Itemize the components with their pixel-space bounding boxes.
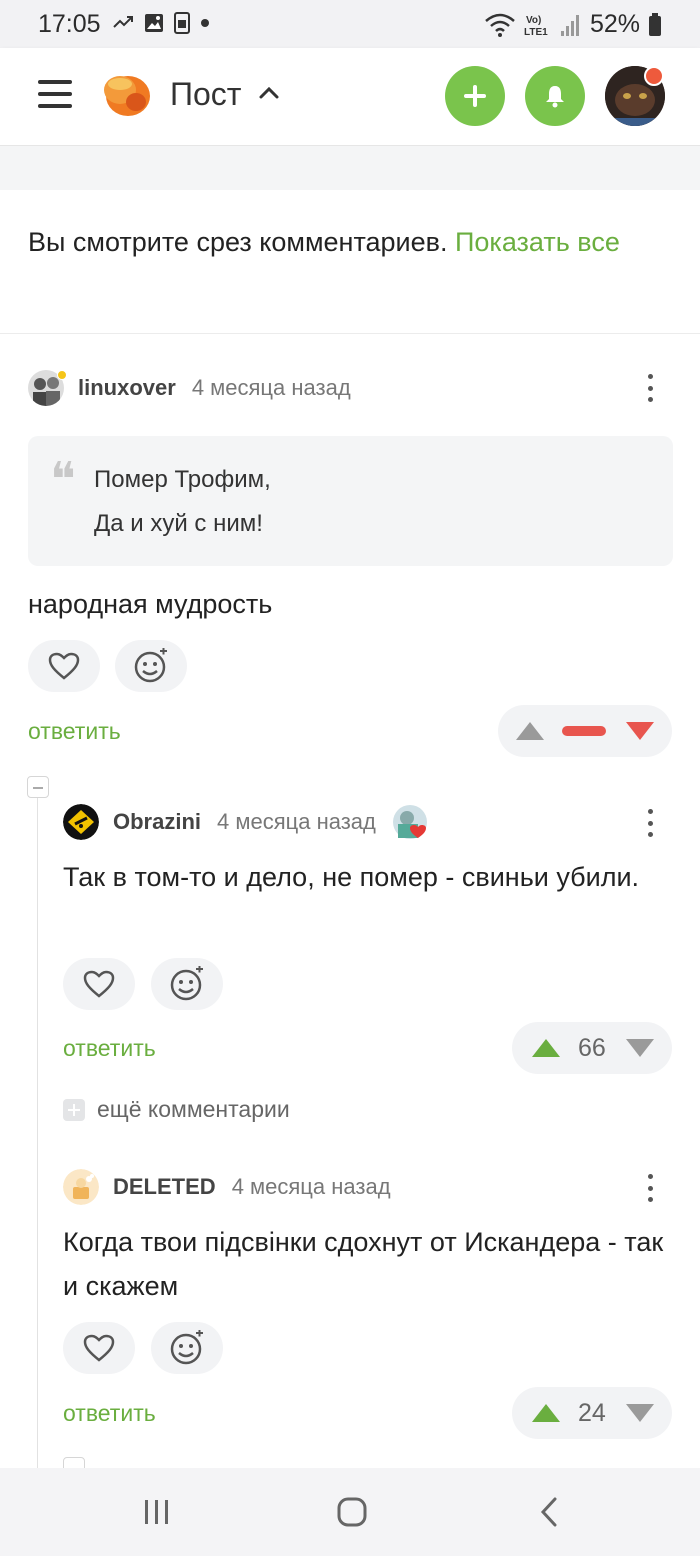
emoji-add-icon: [134, 648, 167, 683]
negative-rating-bar: [562, 726, 606, 736]
downvote-arrow-icon[interactable]: [624, 1037, 656, 1059]
avatar-image-icon: [63, 804, 99, 840]
add-reaction-button[interactable]: [151, 1322, 223, 1374]
comments-slice-notice: Вы смотрите срез комментариев. Показать …: [28, 220, 668, 264]
heart-icon: [83, 1334, 115, 1362]
emoji-add-icon: [170, 1330, 203, 1365]
volte-icon: Vo)LTE1: [524, 15, 548, 38]
add-post-button[interactable]: [445, 66, 505, 126]
comment-author[interactable]: linuxover: [78, 375, 176, 401]
notifications-button[interactable]: [525, 66, 585, 126]
quote-line: Помер Трофим,: [94, 466, 271, 493]
show-all-link[interactable]: Показать все: [455, 227, 620, 257]
status-time: 17:05: [38, 10, 101, 38]
divider: [0, 333, 700, 334]
award-avatar: [392, 804, 428, 840]
like-button[interactable]: [63, 1322, 135, 1374]
reply-link[interactable]: ответить: [28, 718, 121, 745]
wifi-icon: [485, 13, 515, 37]
award-heart-icon: [392, 805, 427, 839]
reply-link[interactable]: ответить: [63, 1035, 156, 1062]
upvote-arrow-icon[interactable]: [514, 720, 546, 742]
emoji-add-icon: [170, 966, 203, 1001]
quote-line: Да и хуй с ним!: [94, 510, 263, 537]
comment-menu-button[interactable]: [640, 370, 660, 406]
plus-icon: [464, 85, 486, 107]
add-reaction-button[interactable]: [151, 958, 223, 1010]
rating-control: 24: [512, 1387, 672, 1439]
comment-text: народная мудрость: [28, 589, 273, 619]
svg-text:Vo): Vo): [526, 15, 541, 26]
heart-icon: [48, 652, 80, 680]
comment-header: Obrazini 4 месяца назад: [63, 804, 428, 840]
notice-text: Вы смотрите срез комментариев.: [28, 227, 455, 257]
more-comments-button[interactable]: ещё комментарии: [63, 1096, 290, 1123]
avatar[interactable]: [63, 1169, 99, 1205]
comment-text: Так в том-то и дело, не помер - свиньи у…: [63, 862, 640, 892]
comment-text: Когда твои підсвінки сдохнут от Искандер…: [63, 1227, 664, 1301]
chevron-up-icon[interactable]: [258, 84, 280, 100]
rating-control: [498, 705, 672, 757]
battery-percent: 52%: [589, 10, 640, 38]
signal-icon: [560, 14, 579, 36]
dot-icon: [201, 19, 209, 27]
spacer-strip: [0, 146, 700, 190]
comment-time[interactable]: 4 месяца назад: [232, 1174, 391, 1200]
comment-menu-button[interactable]: [640, 1170, 660, 1206]
pikabu-logo-icon[interactable]: [100, 68, 152, 120]
quote-icon: ❝: [50, 452, 76, 508]
comment-author[interactable]: Obrazini: [113, 809, 201, 835]
back-icon[interactable]: [538, 1496, 560, 1528]
more-comments-label: ещё комментарии: [97, 1096, 290, 1122]
missed-call-icon: [113, 16, 133, 28]
avatar[interactable]: [63, 804, 99, 840]
comment-time[interactable]: 4 месяца назад: [217, 809, 376, 835]
bell-icon: [546, 86, 564, 108]
thread-line: [37, 797, 38, 1469]
comment-header: linuxover 4 месяца назад: [28, 370, 351, 406]
sim-icon: [174, 12, 190, 34]
app-header: Пост: [0, 48, 700, 146]
quote-block: ❝ Помер Трофим, Да и хуй с ним!: [28, 436, 673, 566]
collapse-thread-button[interactable]: [27, 776, 49, 798]
add-reaction-button[interactable]: [115, 640, 187, 692]
rating-value: 66: [578, 1034, 606, 1062]
expand-icon: [63, 1098, 85, 1121]
reply-link[interactable]: ответить: [63, 1400, 156, 1427]
upvote-arrow-icon[interactable]: [530, 1037, 562, 1059]
recent-apps-icon[interactable]: [142, 1498, 172, 1526]
deleted-user-avatar-icon: [63, 1169, 99, 1205]
system-nav-bar: [0, 1468, 700, 1556]
heart-icon: [83, 970, 115, 998]
like-button[interactable]: [28, 640, 100, 692]
svg-text:LTE1: LTE1: [524, 27, 548, 38]
home-icon[interactable]: [336, 1496, 368, 1528]
downvote-arrow-icon[interactable]: [624, 720, 656, 742]
comment-header: DELETED 4 месяца назад: [63, 1169, 391, 1205]
battery-icon: [649, 12, 661, 36]
online-dot: [57, 370, 67, 380]
rating-control: 66: [512, 1022, 672, 1074]
image-icon: [145, 14, 163, 32]
comment-author[interactable]: DELETED: [113, 1174, 216, 1200]
status-bar: 17:05 Vo) LTE1 52%: [0, 0, 700, 48]
notification-badge: [644, 66, 664, 86]
comment-menu-button[interactable]: [640, 805, 660, 841]
page-title[interactable]: Пост: [170, 76, 241, 113]
like-button[interactable]: [63, 958, 135, 1010]
rating-value: 24: [578, 1399, 606, 1427]
comment-time[interactable]: 4 месяца назад: [192, 375, 351, 401]
upvote-arrow-icon[interactable]: [530, 1402, 562, 1424]
menu-button[interactable]: [38, 78, 74, 110]
downvote-arrow-icon[interactable]: [624, 1402, 656, 1424]
